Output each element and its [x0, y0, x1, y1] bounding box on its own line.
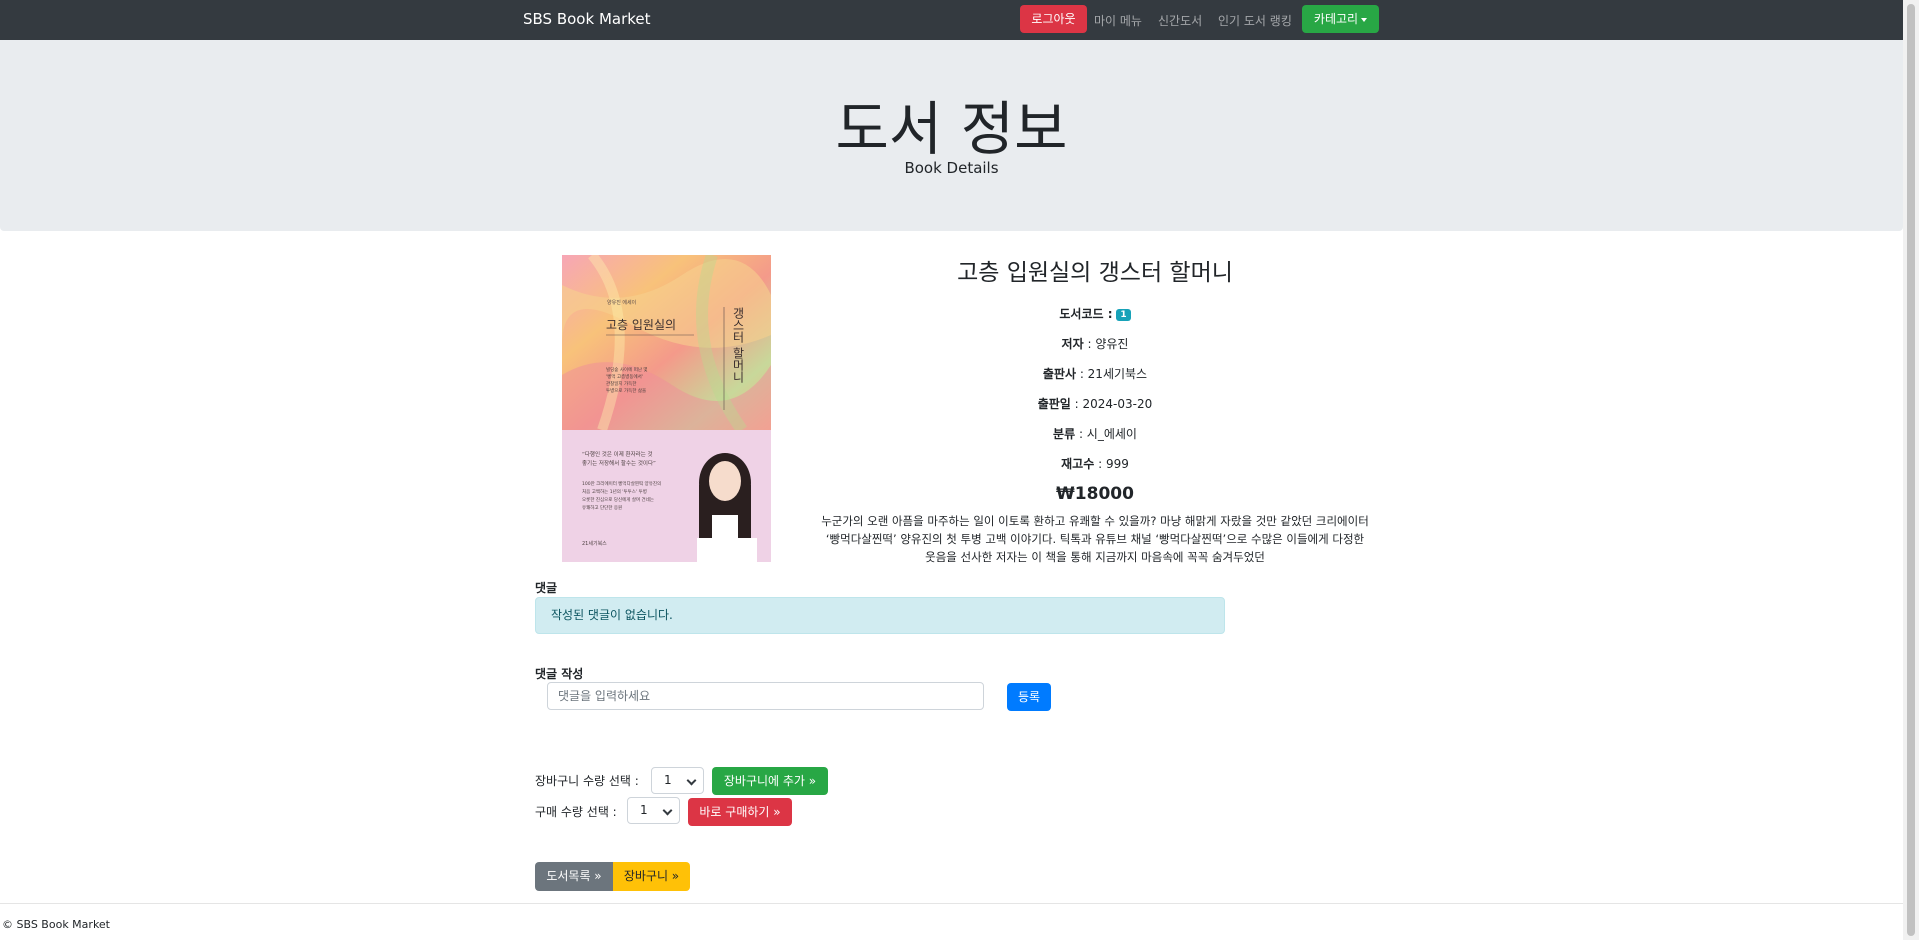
book-price: ₩18000 — [1056, 484, 1134, 504]
author-label: 저자 — [1061, 337, 1084, 351]
cover-title-left: 고층 입원실의 — [606, 318, 677, 332]
cover-lower-line: 처음 고백하는 1년의 '투투스' 투병 — [582, 490, 647, 495]
comment-submit-button[interactable]: 등록 — [1007, 683, 1051, 711]
cover-quote-line: “다행인 것은 이제 환자라는 것 — [582, 452, 653, 458]
logout-button[interactable]: 로그아웃 — [1020, 5, 1087, 33]
order-qty-value: 1 — [640, 803, 648, 817]
chevron-down-icon — [686, 775, 697, 786]
no-comments-alert: 작성된 댓글이 없습니다. — [535, 597, 1225, 634]
page-title: 도서 정보 — [835, 95, 1068, 163]
cart-qty-select[interactable]: 1 — [651, 767, 704, 794]
pub-date-label: 출판일 — [1037, 397, 1071, 411]
vertical-scrollbar[interactable] — [1903, 0, 1919, 940]
cover-lower-line: 오롯한 진심으로 당신에게 살며 건네는 — [582, 498, 654, 503]
category-value: 시_에세이 — [1086, 427, 1137, 441]
stock-label: 재고수 — [1061, 457, 1095, 471]
author-value: 양유진 — [1095, 337, 1129, 351]
cover-title-right: 갱스터 할머니 — [731, 307, 745, 383]
brand-link[interactable]: SBS Book Market — [523, 10, 651, 28]
add-to-cart-button[interactable]: 장바구니에 추가 » — [712, 767, 828, 795]
caret-down-icon — [1361, 17, 1368, 22]
book-title: 고층 입원실의 갱스터 할머니 — [957, 260, 1233, 286]
cover-lower-line: 100만 크리에이터 빵먹다살찐떡 양유진의 — [582, 482, 662, 487]
page-header: 도서 정보 Book Details — [0, 40, 1903, 231]
stock-value: 999 — [1105, 457, 1129, 471]
footer-divider — [0, 903, 1903, 904]
page-subtitle: Book Details — [904, 159, 999, 177]
pub-date-value: 2024-03-20 — [1082, 397, 1153, 411]
scrollbar-thumb[interactable] — [1907, 4, 1915, 936]
category-label: 카테고리 — [1313, 12, 1359, 26]
stock-row: 재고수 : 999 — [1061, 457, 1129, 471]
chevron-down-icon — [662, 805, 673, 816]
cover-quote-line: 좋기는 저장해서 할수는 것이다” — [582, 461, 656, 467]
top-navbar: SBS Book Market 로그아웃 마이 메뉴 신간도서 인기 도서 랭킹… — [0, 0, 1903, 40]
order-qty-select[interactable]: 1 — [627, 797, 680, 824]
cover-blurb-line: '빵먹 고층병동에서' — [606, 375, 644, 380]
book-cover-image: 양유진 에세이 고층 입원실의 갱스터 할머니 빌딩숲 사이에 떠난 몇 '빵먹… — [562, 255, 771, 562]
cover-blurb-line: 빌딩숲 사이에 떠난 몇 — [606, 368, 648, 373]
publisher-label: 출판사 — [1042, 367, 1076, 381]
book-list-button[interactable]: 도서목록 » — [535, 862, 613, 891]
category-row: 분류 : 시_에세이 — [1053, 427, 1137, 441]
cart-button[interactable]: 장바구니 » — [613, 862, 690, 891]
footer-text: © SBS Book Market — [2, 918, 110, 931]
publisher-value: 21세기북스 — [1087, 367, 1148, 381]
book-description: 누군가의 오랜 아픔을 마주하는 일이 이토록 환하고 유쾌할 수 있을까? 마… — [821, 514, 1369, 564]
author-row: 저자 : 양유진 — [1061, 337, 1129, 351]
cart-qty-label: 장바구니 수량 선택 : — [535, 774, 639, 788]
pub-date-row: 출판일 : 2024-03-20 — [1037, 397, 1153, 411]
publisher-row: 출판사 : 21세기북스 — [1042, 367, 1148, 381]
comments-label: 댓글 — [535, 581, 558, 595]
cover-lower-line: 유쾌하고 단단한 응원 — [582, 506, 623, 511]
cover-publisher-mark: 21세기북스 — [582, 541, 607, 547]
nav-popular-ranking[interactable]: 인기 도서 랭킹 — [1218, 12, 1292, 29]
cover-blurb-line: 관찰일지 가득한 — [606, 382, 637, 387]
nav-my-menu[interactable]: 마이 메뉴 — [1094, 12, 1142, 29]
order-qty-label: 구매 수량 선택 : — [535, 805, 617, 819]
category-dropdown-button[interactable]: 카테고리 — [1302, 5, 1379, 33]
nav-new-books[interactable]: 신간도서 — [1158, 12, 1202, 29]
book-code-row: 도서코드 : 1 — [820, 305, 1370, 322]
comment-input[interactable]: 댓글을 입력하세요 — [547, 682, 984, 710]
cart-qty-value: 1 — [664, 773, 672, 787]
book-code-label: 도서코드 : — [1059, 307, 1113, 321]
category-label: 분류 — [1053, 427, 1076, 441]
comment-write-label: 댓글 작성 — [535, 667, 584, 681]
cover-blurb-line: 투병으로 가득한 삶을 — [606, 389, 647, 394]
book-code-badge: 1 — [1116, 308, 1131, 321]
buy-now-button[interactable]: 바로 구매하기 » — [688, 798, 792, 826]
cover-small-text: 양유진 에세이 — [607, 300, 637, 306]
